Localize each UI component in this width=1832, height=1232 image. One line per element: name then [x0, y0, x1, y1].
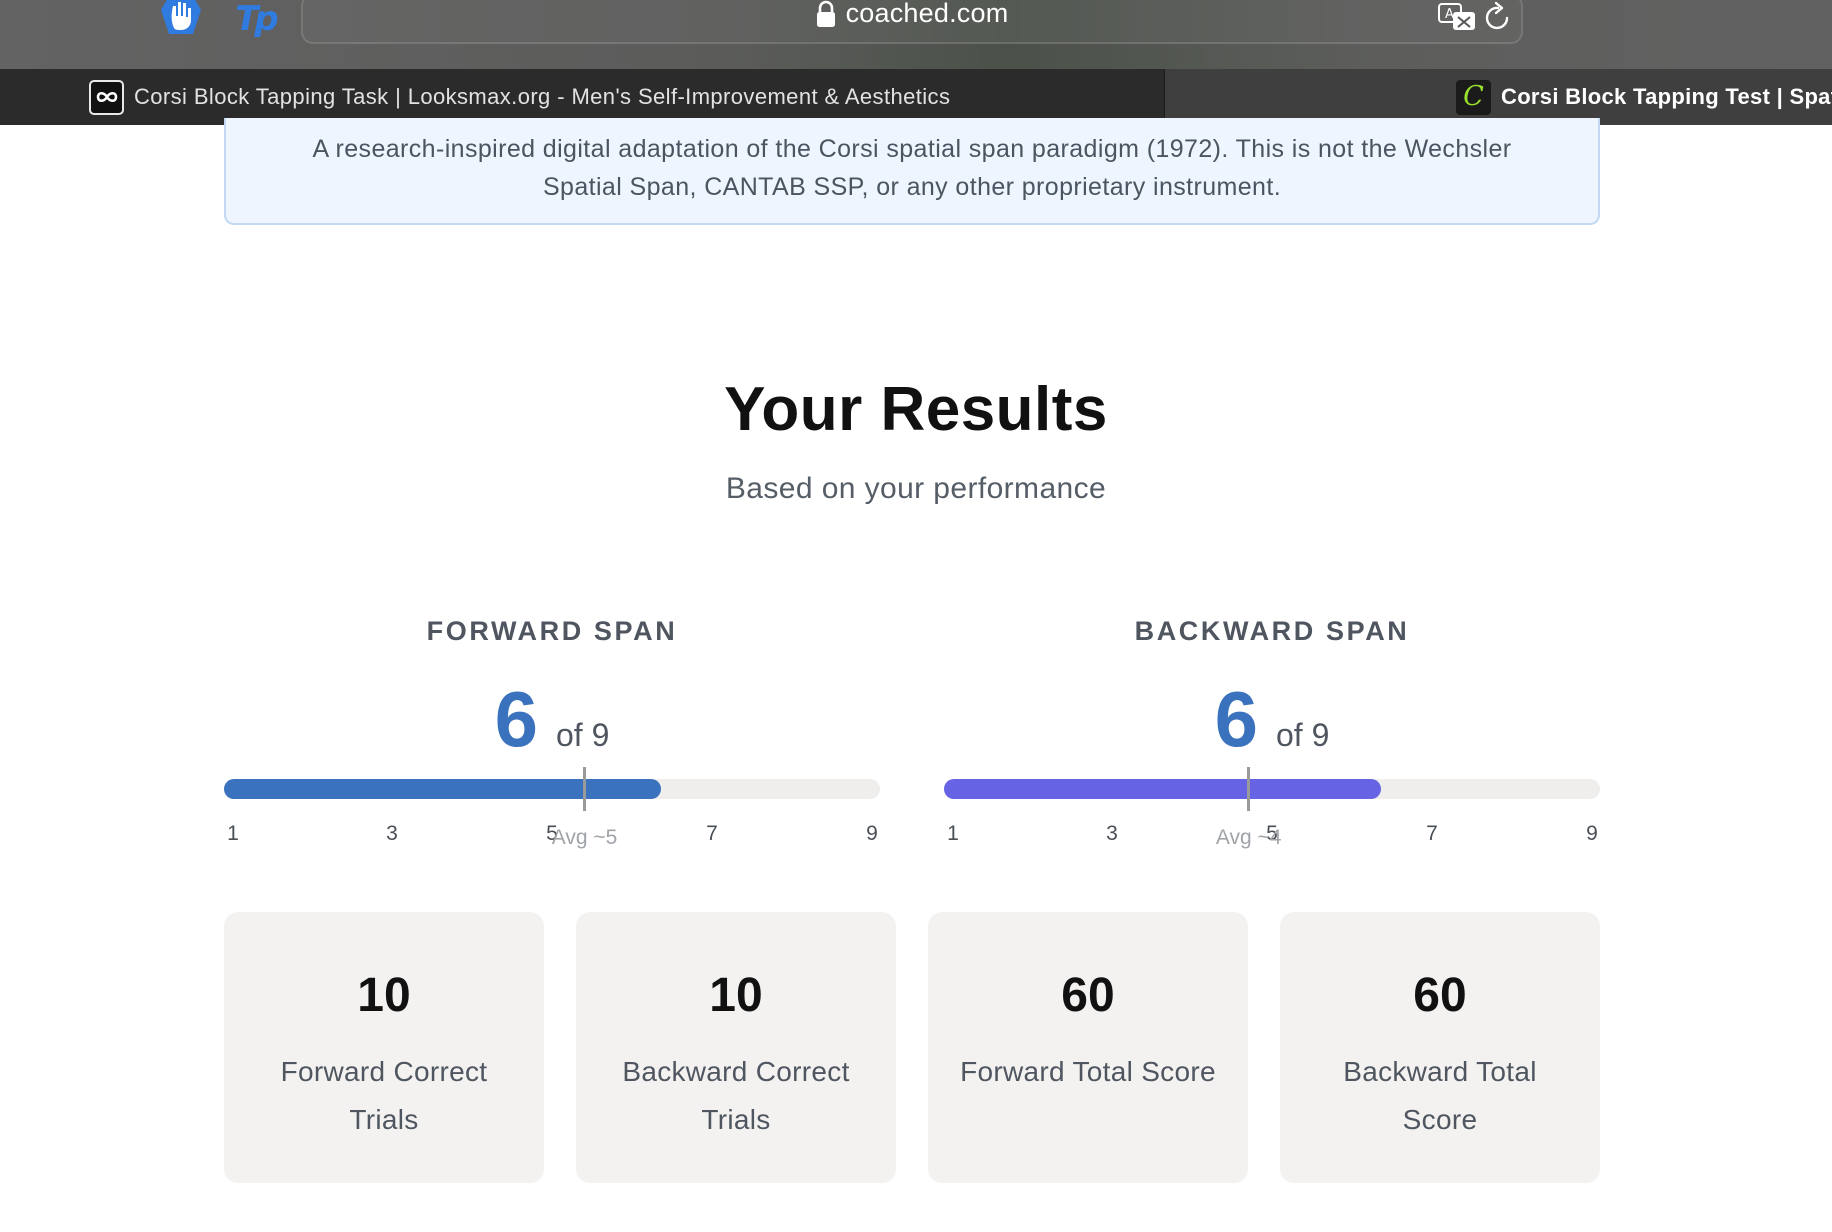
span-max: of 9	[556, 717, 610, 753]
span-progress-track	[944, 767, 1600, 811]
browser-toolbar: Tp coached.com A	[0, 0, 1832, 69]
average-marker	[583, 767, 586, 811]
average-label: Avg ~5	[551, 826, 618, 849]
span-number: 6	[1214, 675, 1258, 763]
scale-tick: 7	[706, 822, 718, 845]
stat-card-backward-correct: 10 Backward Correct Trials	[576, 912, 896, 1183]
span-score: 6 of 9	[944, 674, 1600, 764]
tab-looksmax[interactable]: Corsi Block Tapping Task | Looksmax.org …	[0, 69, 1165, 125]
notice-line: Spatial Span, CANTAB SSP, or any other p…	[542, 173, 1282, 201]
lock-icon	[816, 0, 835, 27]
stat-label: Backward Correct Trials	[622, 1056, 850, 1135]
tab-title: Corsi Block Tapping Test | Spati	[1501, 84, 1832, 109]
forward-span-panel: FORWARD SPAN 6 of 9 1 3 5 7 9 Avg ~5	[224, 616, 880, 856]
tab-title: Corsi Block Tapping Task | Looksmax.org …	[134, 84, 951, 109]
svg-text:A: A	[1445, 7, 1454, 22]
span-number: 6	[494, 675, 538, 763]
tab-coached[interactable]: C Corsi Block Tapping Test | Spati	[1456, 69, 1832, 125]
scale-tick: 1	[947, 822, 959, 845]
c-logo-icon: C	[1456, 79, 1491, 115]
url-text[interactable]: coached.com	[846, 0, 1009, 29]
stat-value: 10	[357, 969, 411, 1022]
span-label: BACKWARD SPAN	[1134, 616, 1410, 646]
scale-tick: 9	[866, 822, 878, 845]
stat-value: 60	[1061, 969, 1115, 1022]
stat-value: 60	[1413, 969, 1467, 1022]
stat-label: Backward Total Score	[1343, 1056, 1537, 1135]
notice-line: A research-inspired digital adaptation o…	[312, 135, 1512, 163]
average-label: Avg ~4	[1215, 826, 1282, 849]
reload-icon[interactable]	[1483, 0, 1513, 32]
stat-card-forward-correct: 10 Forward Correct Trials	[224, 912, 544, 1183]
scale-tick: 3	[386, 822, 398, 845]
disclaimer-notice: A research-inspired digital adaptation o…	[224, 118, 1600, 225]
span-progress-fill	[224, 779, 662, 799]
scale-tick: 9	[1586, 822, 1598, 845]
span-score: 6 of 9	[224, 674, 880, 764]
average-marker	[1247, 767, 1251, 811]
scale-tick: 7	[1426, 822, 1438, 845]
stat-card-backward-total: 60 Backward Total Score	[1280, 912, 1600, 1183]
results-title: Your Results	[724, 375, 1108, 444]
backward-span-panel: BACKWARD SPAN 6 of 9 1 3 5 7 9 Avg ~4	[944, 616, 1600, 856]
results-subtitle: Based on your performance	[725, 472, 1107, 505]
tp-icon[interactable]: Tp	[232, 0, 279, 38]
span-max: of 9	[1276, 717, 1330, 753]
address-bar[interactable]: coached.com A	[301, 0, 1523, 44]
stat-card-forward-total: 60 Forward Total Score	[928, 912, 1248, 1183]
tab-bar: Corsi Block Tapping Task | Looksmax.org …	[0, 69, 1832, 125]
scale-tick: 1	[227, 822, 239, 845]
scale-tick: 3	[1106, 822, 1118, 845]
span-progress-track	[224, 767, 880, 811]
infinity-icon	[89, 79, 124, 115]
translate-icon[interactable]: A	[1437, 0, 1477, 34]
hand-shield-icon[interactable]	[158, 0, 204, 38]
span-label: FORWARD SPAN	[426, 616, 678, 646]
stat-label: Forward Total Score	[960, 1056, 1216, 1087]
stat-label: Forward Correct Trials	[280, 1056, 488, 1135]
stat-value: 10	[709, 969, 763, 1022]
span-progress-fill	[944, 779, 1382, 799]
